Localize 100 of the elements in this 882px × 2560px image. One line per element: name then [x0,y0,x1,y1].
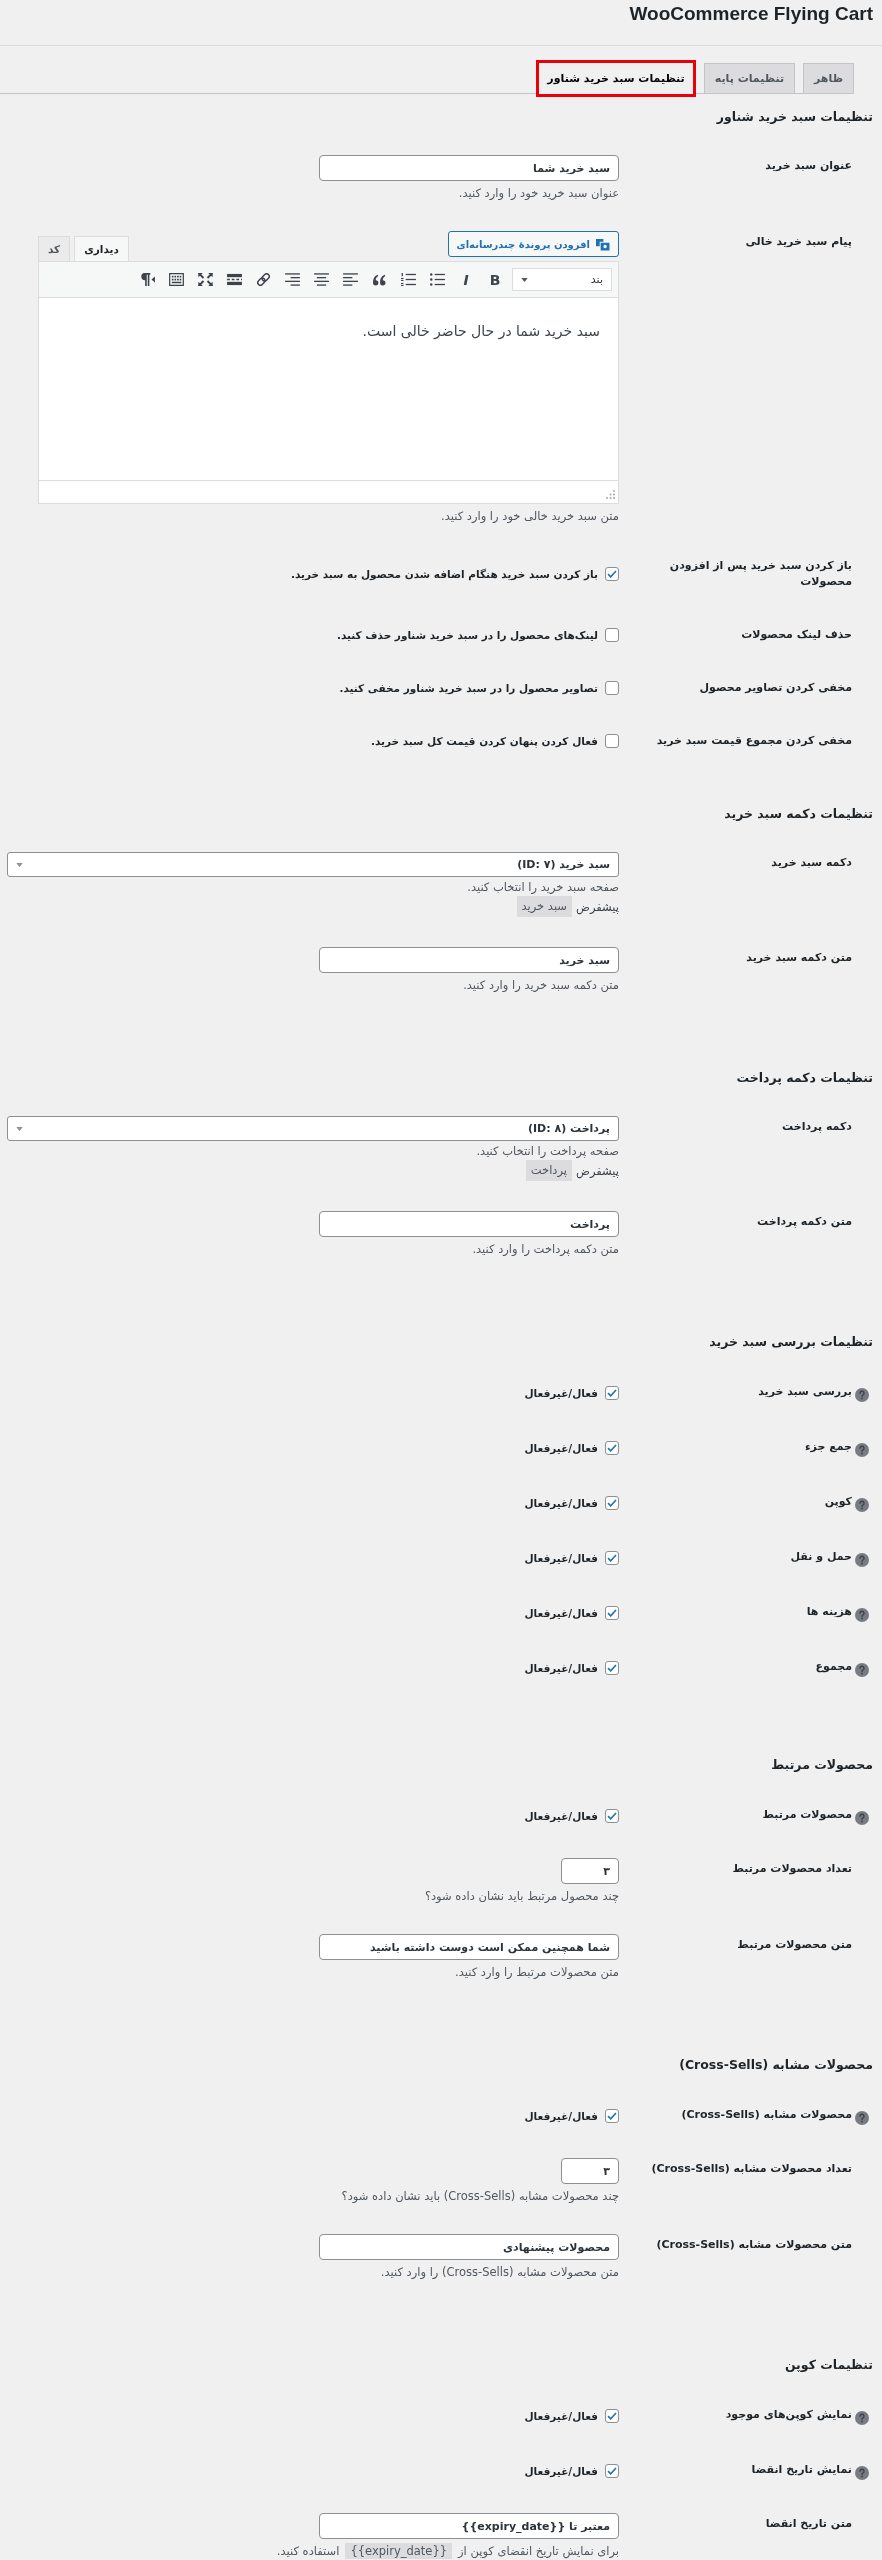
checkmark-icon [607,1608,617,1617]
text-field[interactable]: سبد خرید شما [319,155,619,181]
checkbox-label: فعال/غیرفعال [524,1660,598,1677]
checkbox[interactable] [605,680,619,695]
number-field[interactable]: ۳ [561,2158,619,2184]
editor-mode-tab[interactable]: دیداری [74,236,129,261]
format-select[interactable]: بند [512,268,612,291]
field-label: عنوان سبد خرید [765,158,852,174]
field-label: جمع جزء [804,1438,852,1455]
default-value: سبد خرید [516,896,572,917]
quote-marks-icon [371,273,387,286]
resize-grip-icon[interactable] [606,490,615,499]
field-label: تعداد محصولات مرتبط [732,1861,852,1877]
page-select[interactable]: پرداخت (ID: ۸) [7,1116,619,1141]
checkbox[interactable] [605,1808,619,1823]
text-field[interactable]: سبد خرید [319,947,619,973]
text-field[interactable]: محصولات پیشنهادی [319,2234,619,2260]
checkmark-icon [607,1498,617,1507]
field-label: مخفی کردن مجموع قیمت سبد خرید [656,732,852,749]
field-label: متن محصولات مرتبط [737,1937,852,1953]
field-label: دکمه پرداخت [782,1119,852,1135]
checkbox-label: فعال/غیرفعال [524,1385,598,1402]
add-media-button[interactable]: افزودن پروندهٔ چندرسانه‌ای [447,231,619,257]
checkbox[interactable] [605,733,619,748]
align-right-icon [284,273,300,286]
align-center-icon [313,273,329,286]
checkbox-label: فعال/غیرفعال [524,1605,598,1622]
checkmark-icon [607,1443,617,1452]
field-description: متن محصولات مشابه (Cross-Sells) را وارد کنید. [379,2264,619,2280]
checkbox-label: فعال/غیرفعال [524,1550,598,1567]
field-label: متن دکمه پرداخت [757,1214,852,1230]
text-field[interactable]: پرداخت [319,1211,619,1237]
checkbox-label: فعال/غیرفعال [524,1440,598,1457]
field-label: باز کردن سبد خرید پس از افزودن محصولات [668,557,852,590]
section-heading: محصولات مشابه (Cross-Sells) [678,2056,873,2074]
section-heading: محصولات مرتبط [770,1756,873,1774]
italic-button[interactable]: I [452,265,480,294]
text-field[interactable]: شما همچنین ممکن است دوست داشته باشید [319,1934,619,1960]
section-heading: تنظیمات سبد خرید شناور [715,108,873,126]
media-icon [595,237,610,251]
field-description: متن دکمه پرداخت را وارد کنید. [471,1241,619,1257]
checkbox-label: فعال/غیرفعال [524,1808,598,1825]
checkbox[interactable] [605,2408,619,2423]
field-description: متن سبد خرید خالی خود را وارد کنید. [440,508,619,524]
section-heading: تنظیمات دکمه پرداخت [735,1069,873,1087]
page-break-icon [226,273,242,286]
default-label: پیشفرض [576,898,619,915]
checkmark-icon [607,569,617,578]
checkmark-icon [607,1553,617,1562]
field-label: نمایش تاریخ انقضا [751,2461,852,2478]
page-select[interactable]: سبد خرید (ID: ۷) [7,852,619,877]
field-label: محصولات مشابه (Cross-Sells) [681,2106,852,2123]
checkbox[interactable] [605,627,619,642]
settings-tab[interactable]: ظاهر [803,63,854,94]
field-description: صفحه پرداخت را انتخاب کنید. [475,1143,619,1159]
checkbox-label: فعال/غیرفعال [524,1495,598,1512]
checkbox-label: فعال/غیرفعال [524,2108,598,2125]
pilcrow-arrow-icon [139,273,155,286]
checkbox[interactable] [605,2108,619,2123]
checkbox[interactable] [605,566,619,581]
checkbox[interactable] [605,1605,619,1620]
field-label: حمل و نقل [790,1548,852,1565]
checkbox[interactable] [605,2463,619,2478]
fullscreen-icon [197,273,213,286]
caret-icon [16,862,23,867]
section-heading: تنظیمات دکمه سبد خرید [723,805,873,823]
field-label: هزینه ها [806,1603,852,1620]
field-label: کوپن [824,1493,852,1510]
checkmark-icon [607,2466,617,2475]
bullet-list-icon [429,273,445,286]
checkbox[interactable] [605,1660,619,1675]
checkbox[interactable] [605,1495,619,1510]
checkmark-icon [607,1388,617,1397]
checkbox-label: لینک‌های محصول را در سبد خرید شناور حذف کنید. [337,627,598,644]
checkmark-icon [607,2111,617,2120]
field-label: تعداد محصولات مشابه (Cross-Sells) [651,2161,852,2177]
number-field[interactable]: ۳ [561,1858,619,1884]
checkbox-label: فعال/غیرفعال [524,2408,598,2425]
page-title: WooCommerce Flying Cart [628,2,873,26]
field-label: متن دکمه سبد خرید [746,950,852,966]
checkbox[interactable] [605,1440,619,1455]
field-label: بررسی سبد خرید [758,1383,852,1400]
field-description: صفحه سبد خرید را انتخاب کنید. [466,879,619,895]
field-description: چند محصول مرتبط باید نشان داده شود؟ [423,1888,619,1904]
bold-button[interactable]: B [481,265,509,294]
editor-field[interactable]: سبد خرید شما در حال حاضر خالی است. [38,298,619,480]
editor-mode-tab[interactable]: کد [38,236,71,261]
checkbox[interactable] [605,1385,619,1400]
checkbox-label: فعال/غیرفعال [524,2463,598,2480]
text-field[interactable]: معتبر تا {{expiry_date}} [319,2513,619,2539]
section-heading: تنظیمات بررسی سبد خرید [708,1333,873,1351]
field-label: پیام سبد خرید خالی [745,234,852,250]
settings-tab[interactable]: تنظیمات پایه [703,63,796,94]
checkmark-icon [607,1663,617,1672]
field-description: متن محصولات مرتبط را وارد کنید. [454,1964,619,1980]
default-label: پیشفرض [576,1162,619,1179]
settings-tab[interactable]: تنظیمات سبد خرید شناور [536,60,696,97]
field-description: متن دکمه سبد خرید را وارد کنید. [462,977,619,993]
field-description: چند محصولات مشابه (Cross-Sells) باید نشان داده شود؟ [340,2188,619,2204]
checkbox[interactable] [605,1550,619,1565]
